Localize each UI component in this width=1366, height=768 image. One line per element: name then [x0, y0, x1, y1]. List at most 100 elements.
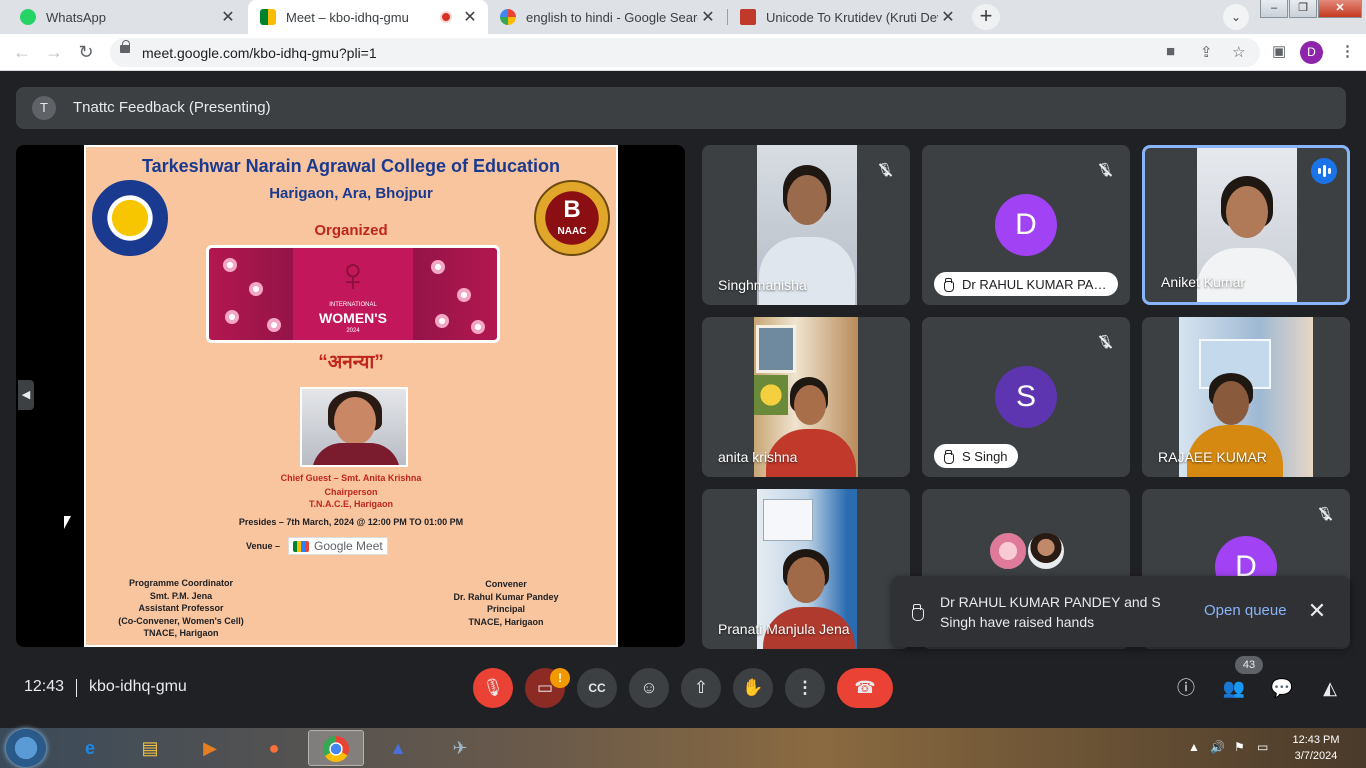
raised-hand-name-chip: Dr RAHUL KUMAR PAN...: [934, 272, 1118, 296]
chrome-icon[interactable]: [308, 730, 364, 766]
captions-button[interactable]: CC: [577, 668, 617, 708]
system-clock[interactable]: 12:43 PM 3/7/2024: [1290, 732, 1342, 764]
camera-icon[interactable]: ■: [1166, 43, 1175, 60]
poster-title: Tarkeshwar Narain Agrawal College of Edu…: [141, 156, 561, 176]
coordinator-line: (Co-Convener, Women's Cell): [118, 615, 244, 626]
emoji-icon: ☺: [640, 678, 658, 697]
windows-taskbar: e ▤ ▶ ● ▲ ✈ ▲ 🔊 ⚑ ▭ 12:43 PM 3/7/2024: [0, 728, 1366, 768]
convener-block: Convener Dr. Rahul Kumar Pandey Principa…: [446, 578, 566, 628]
browser-tab-strip: WhatsApp ✕ Meet – kbo-idhq-gmu ✕ english…: [0, 0, 1366, 34]
participant-count-badge: 43: [1235, 656, 1263, 674]
kju-icon: [740, 9, 756, 25]
event-poster: B NAAC Tarkeshwar Narain Agrawal College…: [84, 145, 618, 647]
close-tab-icon[interactable]: ✕: [698, 7, 718, 27]
activities-icon[interactable]: ◭: [1318, 676, 1342, 700]
tab-google-search[interactable]: english to hindi - Google Search ✕: [488, 0, 726, 34]
participant-tile[interactable]: D 🎙 Dr RAHUL KUMAR PAN...: [922, 145, 1130, 305]
participant-name: S Singh: [962, 448, 1008, 464]
meeting-code: kbo-idhq-gmu: [89, 678, 187, 695]
phone-hangup-icon: ☎: [854, 678, 876, 697]
close-window-icon[interactable]: ✕: [1318, 0, 1362, 18]
new-tab-button[interactable]: +: [972, 4, 1000, 30]
people-icon[interactable]: 👥: [1222, 676, 1246, 700]
tab-whatsapp[interactable]: WhatsApp ✕: [8, 0, 246, 34]
tab-krutidev[interactable]: Unicode To Krutidev (Kruti Dev) C ✕: [728, 0, 966, 34]
close-tab-icon[interactable]: ✕: [938, 7, 958, 27]
tab-meet[interactable]: Meet – kbo-idhq-gmu ✕: [248, 0, 488, 34]
participant-name: Dr RAHUL KUMAR PAN...: [962, 276, 1108, 292]
venue-value: Google Meet: [314, 539, 383, 553]
back-arrow-icon[interactable]: ←: [10, 40, 34, 64]
app-icon[interactable]: ▲: [370, 730, 426, 766]
coordinator-line: Assistant Professor: [138, 603, 224, 613]
open-queue-button[interactable]: Open queue: [1204, 602, 1287, 619]
participant-tile[interactable]: RAJAEE KUMAR: [1142, 317, 1350, 477]
address-bar[interactable]: meet.google.com/kbo-idhq-gmu?pli=1 ■ ⇪ ☆: [110, 38, 1260, 67]
participant-tile[interactable]: Pranati Manjula Jena: [702, 489, 910, 649]
lock-icon[interactable]: [120, 40, 130, 53]
recording-icon: [440, 11, 452, 23]
system-time: 12:43 PM: [1292, 734, 1340, 746]
mic-off-icon: 🎙: [1312, 501, 1338, 527]
url-text[interactable]: meet.google.com/kbo-idhq-gmu?pli=1: [142, 45, 377, 61]
chief-guest-text: Chief Guest – Smt. Anita Krishna: [280, 473, 422, 483]
close-tab-icon[interactable]: ✕: [460, 7, 480, 27]
womens-day-center: ♀ INTERNATIONAL WOMEN'S 2024: [293, 248, 413, 340]
convener-line: Convener: [485, 579, 527, 589]
share-icon[interactable]: ⇪: [1200, 43, 1213, 61]
tab-search-chevron-icon[interactable]: ⌄: [1223, 4, 1249, 30]
more-vert-icon[interactable]: ⋮: [1340, 42, 1355, 60]
minimize-icon[interactable]: –: [1260, 0, 1288, 18]
poster-organized: Organized: [314, 222, 388, 239]
firefox-icon[interactable]: ●: [246, 730, 302, 766]
participant-tile[interactable]: S 🎙 S Singh: [922, 317, 1130, 477]
system-date: 3/7/2024: [1294, 750, 1338, 762]
window-controls: – ❐ ✕: [1259, 0, 1362, 18]
raised-hand-icon: [910, 604, 924, 621]
app-icon[interactable]: ✈: [432, 730, 488, 766]
raised-hands-toast: Dr RAHUL KUMAR PANDEY and S Singh have r…: [892, 576, 1350, 647]
file-explorer-icon[interactable]: ▤: [122, 730, 178, 766]
side-panel-icon[interactable]: ▣: [1272, 42, 1286, 60]
close-icon[interactable]: ✕: [1304, 598, 1330, 624]
participant-tile[interactable]: 🎙 Singhmanisha: [702, 145, 910, 305]
start-button-icon[interactable]: [6, 729, 46, 767]
collapse-arrow-icon[interactable]: ◀: [18, 380, 34, 410]
participant-name: Pranati Manjula Jena: [718, 621, 850, 637]
present-screen-icon: ⇧: [693, 678, 709, 697]
closed-captions-icon: CC: [588, 681, 606, 695]
maximize-icon[interactable]: ❐: [1289, 0, 1317, 18]
present-screen-button[interactable]: ⇧: [681, 668, 721, 708]
bookmark-star-icon[interactable]: ☆: [1232, 43, 1245, 61]
presentation-stage[interactable]: B NAAC Tarkeshwar Narain Agrawal College…: [16, 145, 685, 647]
mic-off-icon: 🎙: [482, 678, 504, 697]
participant-tile-speaking[interactable]: Aniket Kumar: [1142, 145, 1350, 305]
participant-avatar: D: [995, 194, 1057, 256]
action-center-flag-icon[interactable]: ⚑: [1234, 740, 1245, 754]
reload-icon[interactable]: ↻: [74, 40, 98, 64]
profile-avatar[interactable]: D: [1300, 41, 1323, 64]
more-options-button[interactable]: ⋮: [785, 668, 825, 708]
banner-small-text: INTERNATIONAL: [329, 302, 377, 308]
coordinator-block: Programme Coordinator Smt. P.M. Jena Ass…: [116, 577, 246, 640]
mouse-pointer-icon: [64, 516, 71, 529]
raise-hand-button[interactable]: ✋: [733, 668, 773, 708]
emoji-reaction-button[interactable]: ☺: [629, 668, 669, 708]
meeting-details-info-icon[interactable]: ⓘ: [1174, 676, 1198, 700]
chief-org-text: T.N.A.C.E, Harigaon: [308, 499, 393, 509]
mic-off-button[interactable]: 🎙: [473, 668, 513, 708]
close-tab-icon[interactable]: ✕: [218, 7, 238, 27]
chat-icon[interactable]: 💬: [1270, 676, 1294, 700]
volume-icon[interactable]: 🔊: [1210, 740, 1225, 754]
forward-arrow-icon[interactable]: →: [42, 40, 66, 64]
network-icon[interactable]: ▭: [1257, 740, 1268, 754]
chief-guest-photo: [300, 387, 408, 467]
presenter-avatar: T: [32, 96, 56, 120]
participant-tile[interactable]: anita krishna: [702, 317, 910, 477]
media-player-icon[interactable]: ▶: [182, 730, 238, 766]
leave-call-button[interactable]: ☎: [837, 668, 893, 708]
show-hidden-icons-icon[interactable]: ▲: [1188, 740, 1200, 754]
tab-title: Meet – kbo-idhq-gmu: [286, 9, 409, 25]
internet-explorer-icon[interactable]: e: [62, 730, 118, 766]
presenting-title: Tnattc Feedback (Presenting): [73, 99, 271, 116]
